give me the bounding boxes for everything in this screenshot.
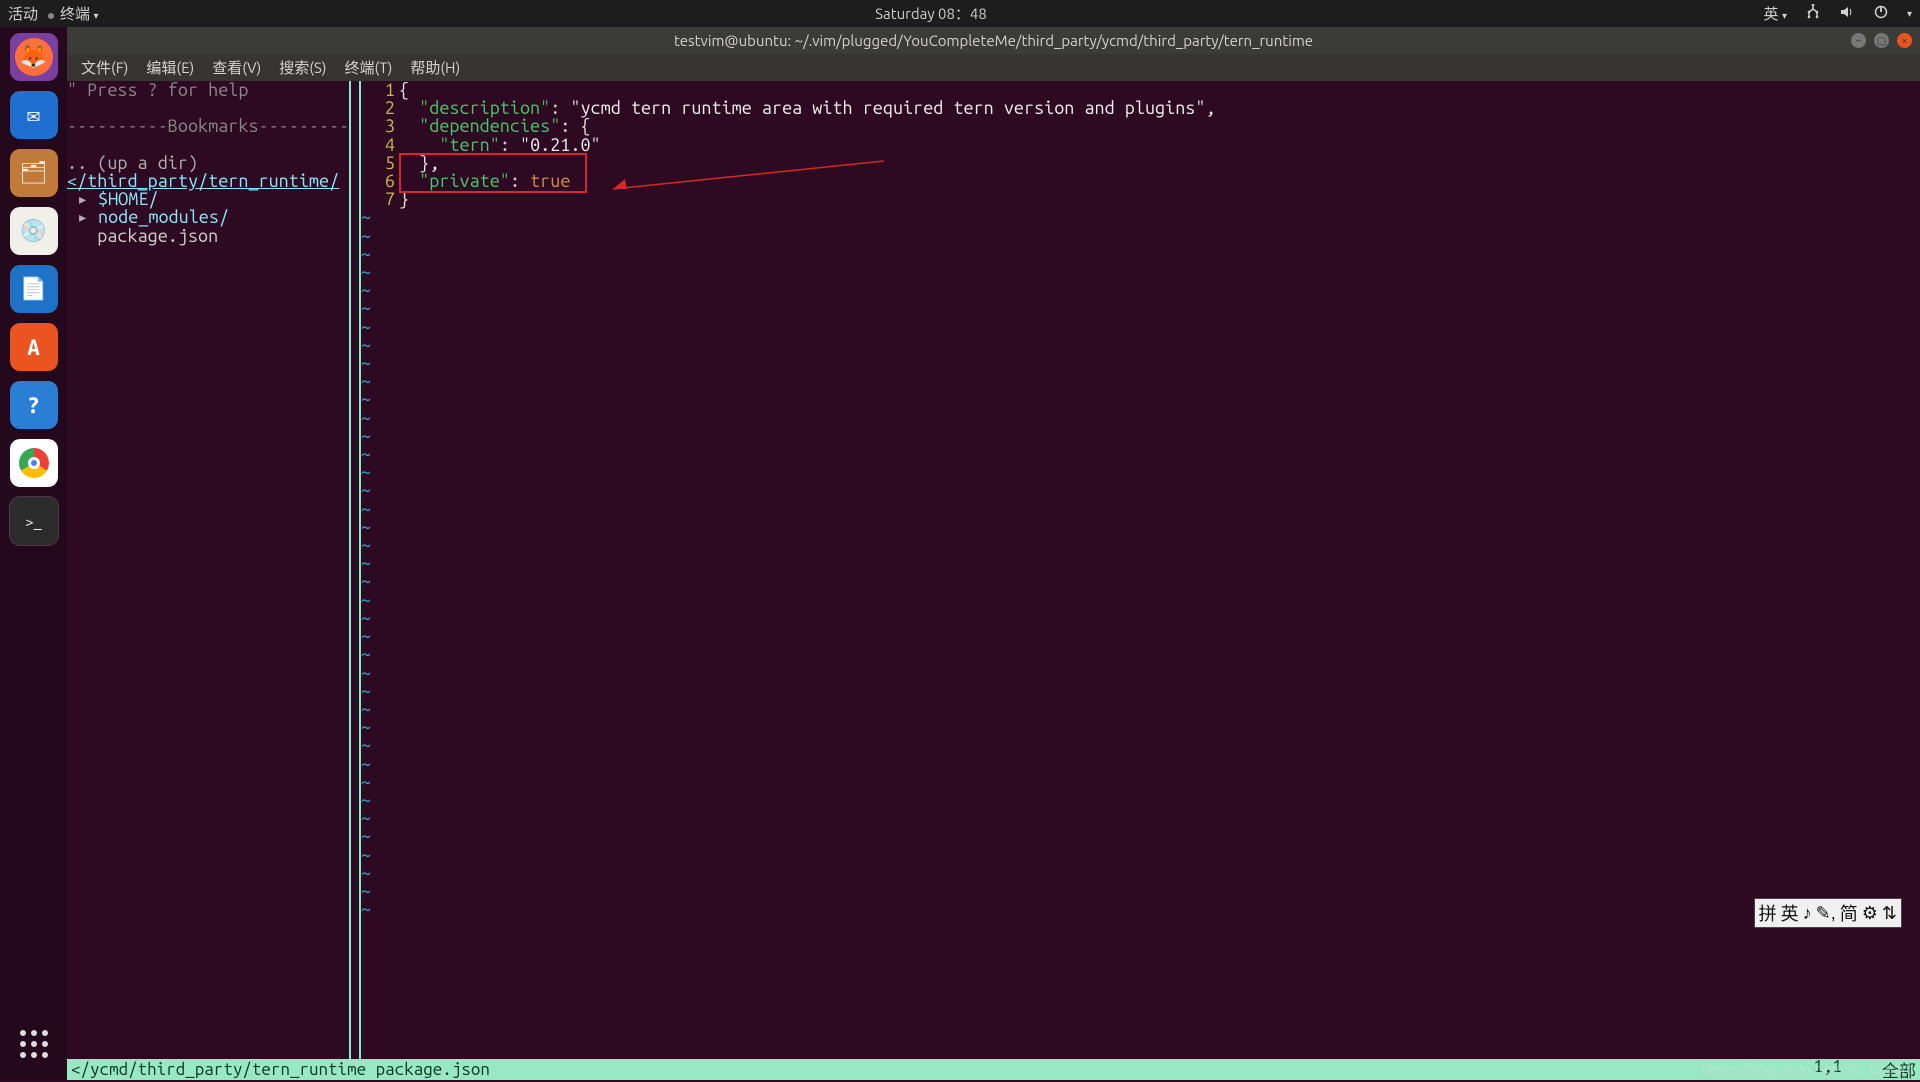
window-minimize-button[interactable]: – [1851, 33, 1866, 48]
menu-search[interactable]: 搜索(S) [271, 57, 334, 78]
ime-item[interactable]: ⚙ [1862, 903, 1878, 924]
code-line: "description": "ycmd tern runtime area w… [399, 99, 1920, 117]
nerdtree-root[interactable]: </third_party/tern_runtime/ [67, 171, 339, 191]
ime-item[interactable]: ♪ [1803, 903, 1812, 924]
software-icon[interactable]: A [10, 323, 58, 371]
system-menu-caret-icon[interactable]: ▾ [1907, 8, 1912, 20]
rhythmbox-icon[interactable]: 💿 [10, 207, 58, 255]
app-indicator[interactable]: 终端 ▾ [48, 3, 98, 24]
show-applications-icon[interactable] [10, 1020, 58, 1068]
menu-help[interactable]: 帮助(H) [402, 57, 468, 78]
ime-floating-bar[interactable]: 拼 英 ♪ ✎, 简 ⚙ ⇅ [1754, 898, 1902, 928]
network-icon[interactable] [1805, 4, 1821, 23]
ime-item[interactable]: ✎, [1816, 903, 1836, 924]
dock: 🦊 ✉ 🗂 💿 📄 A ? >_ [0, 27, 67, 1080]
ime-item[interactable]: ⇅ [1882, 903, 1897, 924]
code-line: "tern": "0.21.0" [399, 136, 1920, 154]
files-icon[interactable]: 🗂 [10, 149, 58, 197]
terminal-window: testvim@ubuntu: ~/.vim/plugged/YouComple… [67, 27, 1920, 1080]
watermark: https://blog.csdn.net/iSs_Cream [1701, 1061, 1914, 1078]
menu-edit[interactable]: 编辑(E) [138, 57, 202, 78]
clock[interactable]: Saturday 08：48 [99, 3, 1764, 24]
firefox-icon[interactable]: 🦊 [10, 33, 58, 81]
nerdtree-item-node-modules[interactable]: ▸ node_modules/ [67, 207, 229, 227]
gnome-top-bar: 活动 终端 ▾ Saturday 08：48 英 ▾ ▾ [0, 0, 1920, 27]
window-title-text: testvim@ubuntu: ~/.vim/plugged/YouComple… [674, 32, 1313, 49]
help-icon[interactable]: ? [10, 381, 58, 429]
window-close-button[interactable]: × [1897, 33, 1912, 48]
vim-statusline: </ycmd/third_party/tern_runtime package.… [67, 1059, 1920, 1080]
input-source-indicator[interactable]: 英 ▾ [1763, 3, 1786, 24]
tilde-column: ~ ~ ~ ~ ~ ~ ~ ~ ~ ~ ~ ~ ~ ~ ~ ~ ~ ~ ~ ~ … [361, 81, 373, 1059]
window-maximize-button[interactable]: ▢ [1874, 33, 1889, 48]
vim-editor[interactable]: " Press ? for help ----------Bookmarks--… [67, 81, 1920, 1059]
terminal-menubar: 文件(F) 编辑(E) 查看(V) 搜索(S) 终端(T) 帮助(H) [67, 54, 1920, 81]
terminal-icon[interactable]: >_ [10, 497, 58, 545]
nerdtree-updir[interactable]: .. (up a dir) [67, 153, 198, 173]
line-number-gutter: 1234567 [373, 81, 399, 1059]
nerdtree-bookmarks-header: ----------Bookmarks---------- [67, 116, 359, 136]
ime-item[interactable]: 拼 [1759, 900, 1777, 926]
volume-icon[interactable] [1839, 4, 1855, 23]
code-line: "dependencies": { [399, 117, 1920, 135]
thunderbird-icon[interactable]: ✉ [10, 91, 58, 139]
vertical-separator [349, 81, 361, 1059]
ime-item[interactable]: 英 [1781, 900, 1799, 926]
nerdtree-hint: " Press ? for help [67, 80, 248, 100]
menu-view[interactable]: 查看(V) [204, 57, 269, 78]
ime-item[interactable]: 简 [1840, 900, 1858, 926]
chrome-icon[interactable] [10, 439, 58, 487]
code-area[interactable]: { "description": "ycmd tern runtime area… [399, 81, 1920, 1059]
annotation-highlight-box [399, 153, 587, 193]
nerdtree-item-home[interactable]: ▸ $HOME/ [67, 189, 159, 209]
power-icon[interactable] [1873, 4, 1889, 23]
nerdtree-item-package-json[interactable]: package.json [67, 226, 218, 246]
writer-icon[interactable]: 📄 [10, 265, 58, 313]
menu-terminal[interactable]: 终端(T) [337, 57, 401, 78]
code-line: { [399, 81, 1920, 99]
nerdtree-panel[interactable]: " Press ? for help ----------Bookmarks--… [67, 81, 349, 1059]
annotation-arrow-icon [599, 159, 889, 199]
status-path: </ycmd/third_party/tern_runtime package.… [71, 1060, 490, 1079]
window-titlebar: testvim@ubuntu: ~/.vim/plugged/YouComple… [67, 27, 1920, 54]
activities-button[interactable]: 活动 [8, 3, 38, 24]
menu-file[interactable]: 文件(F) [73, 57, 136, 78]
